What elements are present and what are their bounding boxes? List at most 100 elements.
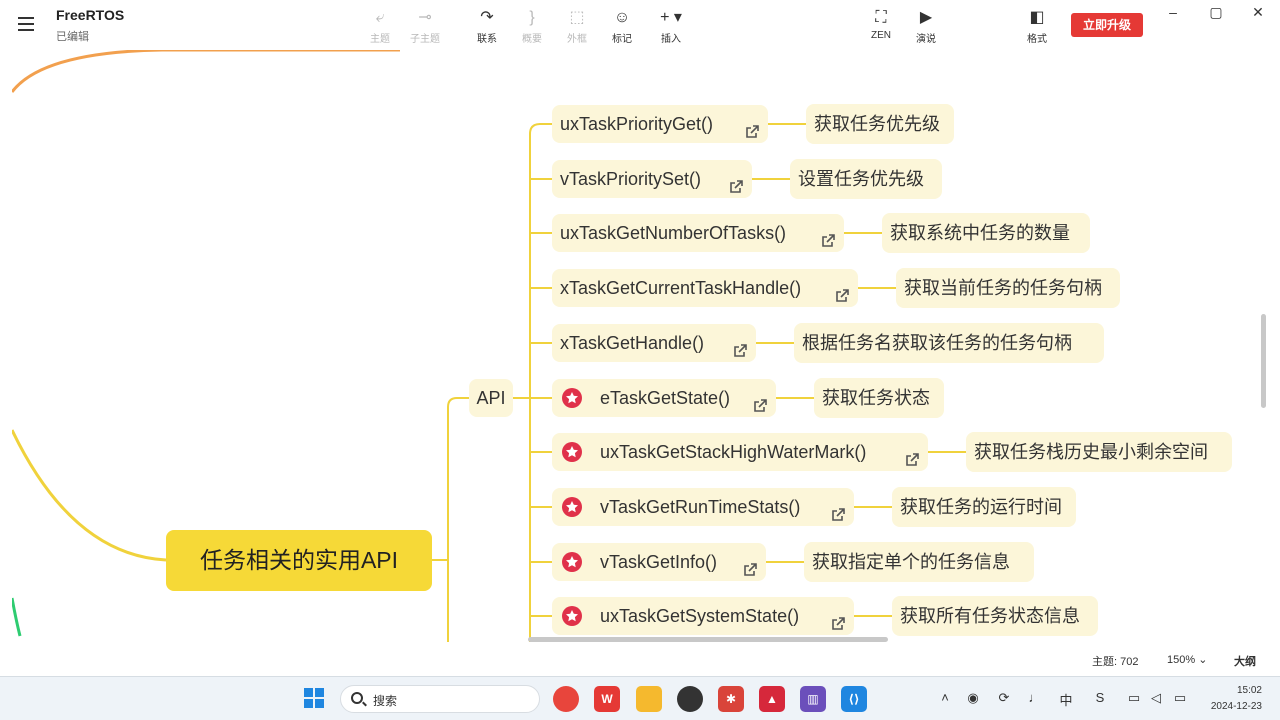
- windows-taskbar: 搜索 W ✱ ▲ ▥ ⟨⟩ ˄ ◉ ⟳ ♩ 中 S ▭ ◁ ▭ 15:02 20…: [0, 676, 1280, 720]
- topic-button[interactable]: ⤶ 主题: [358, 8, 402, 45]
- app-icon[interactable]: ▲: [759, 686, 785, 712]
- api-function-node[interactable]: uxTaskPriorityGet(): [552, 105, 768, 143]
- tray-app-icon[interactable]: ◉: [964, 690, 982, 706]
- root-topic[interactable]: 任务相关的实用API: [166, 530, 432, 591]
- external-link-icon[interactable]: [820, 224, 836, 247]
- play-icon: ▶: [919, 9, 933, 26]
- ime-icon[interactable]: 中: [1057, 690, 1075, 709]
- api-function-name: uxTaskGetStackHighWaterMark(): [600, 442, 867, 462]
- maximize-icon[interactable]: ▢: [1201, 2, 1231, 22]
- taskbar-search[interactable]: 搜索: [340, 685, 540, 713]
- api-topic[interactable]: API: [469, 379, 513, 417]
- api-function-node[interactable]: xTaskGetCurrentTaskHandle(): [552, 269, 858, 307]
- search-icon: [351, 692, 363, 704]
- relation-button[interactable]: ↷ 联系: [465, 8, 509, 45]
- horizontal-scrollbar[interactable]: [528, 637, 888, 642]
- format-button[interactable]: ◧ 格式: [1015, 8, 1059, 45]
- xmind-icon[interactable]: ✱: [718, 686, 744, 712]
- battery-icon[interactable]: ▭: [1171, 690, 1189, 706]
- clock[interactable]: 15:02 2024-12-23: [1202, 683, 1262, 715]
- api-description-node[interactable]: 获取任务状态: [814, 378, 944, 418]
- obs-icon[interactable]: [677, 686, 703, 712]
- status-bar: 主题: 702 150% ⌄ 大纲: [0, 645, 1280, 675]
- boundary-button[interactable]: ⬚ 外框: [555, 8, 599, 45]
- mindmap-canvas[interactable]: 任务相关的实用API API uxTaskPriorityGet() 获取任务优先…: [12, 50, 1268, 642]
- star-icon: [562, 552, 582, 572]
- api-description-node[interactable]: 获取指定单个的任务信息: [804, 542, 1034, 582]
- chevron-up-icon[interactable]: ˄: [936, 690, 954, 705]
- api-function-node[interactable]: uxTaskGetStackHighWaterMark(): [552, 433, 928, 471]
- subtopic-label: 子主题: [410, 34, 440, 45]
- external-link-icon[interactable]: [834, 279, 850, 302]
- api-function-name: eTaskGetState(): [600, 388, 731, 408]
- insert-label: 插入: [661, 34, 681, 45]
- external-link-icon[interactable]: [830, 498, 846, 521]
- document-title[interactable]: FreeRTOS: [56, 7, 124, 23]
- api-function-node[interactable]: xTaskGetHandle(): [552, 324, 756, 362]
- api-function-name: xTaskGetCurrentTaskHandle(): [560, 278, 802, 298]
- app-window: FreeRTOS 已编辑 ⤶ 主题 ⊸ 子主题 ↷ 联系 } 概要 ⬚ 外框 ☺…: [0, 0, 1280, 676]
- zen-button[interactable]: ⛶ ZEN: [859, 8, 903, 41]
- topic-count: 主题: 702: [1092, 656, 1139, 668]
- subtopic-icon: ⊸: [418, 9, 432, 26]
- windows-start-icon[interactable]: [304, 688, 324, 708]
- api-function-name: uxTaskPriorityGet(): [560, 114, 714, 134]
- wps-tray-icon[interactable]: S: [1091, 690, 1109, 705]
- api-description-node[interactable]: 根据任务名获取该任务的任务句柄: [794, 323, 1104, 363]
- vertical-scrollbar[interactable]: [1261, 314, 1266, 408]
- smiley-icon: ☺: [613, 9, 631, 26]
- topic-icon: ⤶: [375, 9, 385, 26]
- external-link-icon[interactable]: [830, 607, 846, 630]
- api-description-node[interactable]: 获取所有任务状态信息: [892, 596, 1098, 636]
- external-link-icon[interactable]: [744, 115, 760, 138]
- close-icon[interactable]: ✕: [1243, 2, 1273, 22]
- zen-label: ZEN: [871, 30, 891, 41]
- minimize-icon[interactable]: –: [1158, 2, 1188, 22]
- api-function-node[interactable]: eTaskGetState(): [552, 379, 776, 417]
- external-link-icon[interactable]: [732, 334, 748, 357]
- outline-button[interactable]: 大纲: [1234, 653, 1256, 669]
- search-placeholder: 搜索: [373, 694, 398, 708]
- marker-label: 标记: [612, 34, 632, 45]
- present-label: 演说: [916, 34, 936, 45]
- api-function-node[interactable]: vTaskPrioritySet(): [552, 160, 752, 198]
- insert-button[interactable]: + ▾ 插入: [649, 8, 693, 45]
- api-function-node[interactable]: uxTaskGetNumberOfTasks(): [552, 214, 844, 252]
- api-function-name: vTaskPrioritySet(): [560, 169, 702, 189]
- api-function-node[interactable]: vTaskGetInfo(): [552, 543, 766, 581]
- external-link-icon[interactable]: [752, 389, 768, 412]
- microphone-icon[interactable]: ♩: [1026, 690, 1044, 705]
- file-explorer-icon[interactable]: [636, 686, 662, 712]
- menu-icon[interactable]: [18, 17, 34, 31]
- external-link-icon[interactable]: [728, 170, 744, 193]
- clock-time: 15:02: [1236, 685, 1262, 696]
- star-icon: [562, 497, 582, 517]
- api-function-node[interactable]: uxTaskGetSystemState(): [552, 597, 854, 635]
- api-function-name: uxTaskGetNumberOfTasks(): [560, 223, 787, 243]
- chevron-down-icon: ⌄: [1198, 654, 1208, 666]
- api-description-node[interactable]: 设置任务优先级: [790, 159, 942, 199]
- volume-icon[interactable]: ◁: [1147, 690, 1165, 706]
- network-icon[interactable]: ▭: [1125, 690, 1143, 706]
- external-link-icon[interactable]: [904, 443, 920, 466]
- format-label: 格式: [1027, 34, 1047, 45]
- sync-icon[interactable]: ⟳: [995, 690, 1013, 706]
- api-description-node[interactable]: 获取任务优先级: [806, 104, 954, 144]
- vscode-icon[interactable]: ⟨⟩: [841, 686, 867, 712]
- api-description-node[interactable]: 获取任务的运行时间: [892, 487, 1076, 527]
- present-button[interactable]: ▶ 演说: [904, 8, 948, 45]
- zoom-level[interactable]: 150% ⌄: [1167, 653, 1207, 666]
- api-description-node[interactable]: 获取当前任务的任务句柄: [896, 268, 1120, 308]
- summary-button[interactable]: } 概要: [510, 8, 554, 45]
- api-function-node[interactable]: vTaskGetRunTimeStats(): [552, 488, 854, 526]
- chrome-icon[interactable]: [553, 686, 579, 712]
- api-description-node[interactable]: 获取系统中任务的数量: [882, 213, 1090, 253]
- relation-icon: ↷: [480, 9, 494, 26]
- wps-icon[interactable]: W: [594, 686, 620, 712]
- upgrade-button[interactable]: 立即升级: [1071, 13, 1143, 37]
- external-link-icon[interactable]: [742, 553, 758, 576]
- subtopic-button[interactable]: ⊸ 子主题: [403, 8, 447, 45]
- api-description-node[interactable]: 获取任务栈历史最小剩余空间: [966, 432, 1232, 472]
- ebook-icon[interactable]: ▥: [800, 686, 826, 712]
- marker-button[interactable]: ☺ 标记: [600, 8, 644, 45]
